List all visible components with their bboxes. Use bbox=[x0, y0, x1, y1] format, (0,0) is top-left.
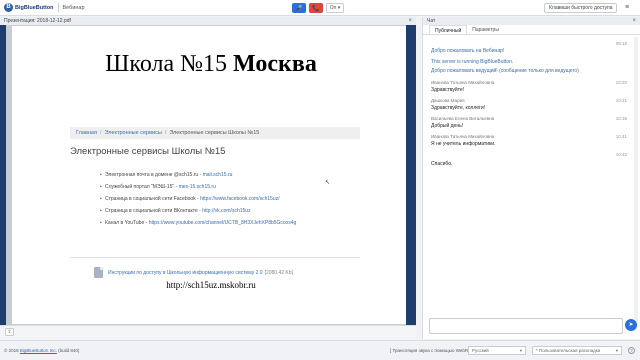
help-icon[interactable]: ? bbox=[628, 347, 635, 354]
instructions-link[interactable]: Инструкции по доступу в Школьную информа… bbox=[108, 270, 263, 276]
list-item: Страница в социальной сети ВКонтакте - h… bbox=[100, 208, 296, 220]
menu-icon[interactable]: ≡ bbox=[625, 4, 629, 11]
hangup-audio-button[interactable]: 📞 bbox=[309, 3, 323, 13]
bigbluebutton-logo: B BigBlueButton bbox=[4, 3, 54, 12]
status-dropdown[interactable]: On ▾ bbox=[326, 3, 344, 13]
breadcrumb: Главная / Электронные сервисы / Электронные … bbox=[70, 127, 360, 139]
chat-tabs: Публичный Параметры bbox=[423, 25, 640, 35]
chat-input[interactable] bbox=[429, 318, 623, 334]
top-bar: B BigBlueButton Вебинар 🎤 📞 On ▾ Клавиши… bbox=[0, 0, 640, 16]
slide: Школа №15 Москва Главная / Электронные сер… bbox=[12, 26, 410, 324]
list-item: Электронная почта в домене @sch15.ru - m… bbox=[100, 172, 296, 184]
chat-messages: 09:18 Добро пожаловать на Вебинар! This … bbox=[423, 37, 633, 327]
copyright: © 2018 BigBlueButton Inc. (build 840) bbox=[4, 348, 80, 353]
breadcrumb-home[interactable]: Главная bbox=[76, 130, 97, 136]
tab-options[interactable]: Параметры bbox=[467, 25, 504, 34]
logo-text: BigBlueButton bbox=[15, 4, 54, 11]
chat-message: Дашкова Мария 10:21 Здравствуйте, коллег… bbox=[431, 98, 629, 116]
close-icon[interactable]: × bbox=[632, 17, 636, 25]
message-time: 09:18 bbox=[615, 41, 627, 46]
portal-link[interactable]: mes-15.sch15.ru bbox=[179, 184, 216, 190]
vk-link[interactable]: http://vk.com/sch15uz bbox=[202, 208, 250, 214]
message-text: Добро пожаловать на Вебинар! bbox=[431, 48, 505, 54]
divider bbox=[57, 3, 59, 12]
message-time: 10:43 bbox=[615, 152, 627, 157]
phone-icon: 📞 bbox=[312, 5, 320, 12]
close-icon[interactable]: × bbox=[408, 17, 412, 25]
message-text: Я не учитель информатики. bbox=[431, 141, 496, 147]
presentation-title: Презентация: 2018-12-12.pdf bbox=[4, 18, 71, 24]
breadcrumb-current: Электронные сервисы Школы №15 bbox=[169, 130, 260, 136]
file-size: [2080.42 Kb] bbox=[264, 269, 293, 276]
breadcrumb-services[interactable]: Электронные сервисы bbox=[104, 130, 161, 136]
chat-message: Васильева Елена Витальевна 10:36 Добрый … bbox=[431, 116, 629, 134]
chat-message: 10:43 Спасибо. bbox=[431, 152, 629, 170]
layout-select[interactable]: * Пользовательская раскладка ▾ bbox=[532, 346, 622, 355]
slide-title: Школа №15 Москва bbox=[12, 51, 410, 78]
list-item: Страница в социальной сети Facebook - ht… bbox=[100, 196, 296, 208]
microphone-icon: 🎤 bbox=[295, 5, 303, 12]
chat-message: This server is running BigBlueButton. bbox=[431, 59, 629, 68]
chat-header: Чат × bbox=[423, 17, 640, 25]
microphone-button[interactable]: 🎤 bbox=[292, 3, 306, 13]
presentation-scrollbar[interactable] bbox=[406, 25, 410, 325]
mail-link[interactable]: mail.sch15.ru bbox=[203, 172, 233, 178]
document-icon bbox=[94, 267, 103, 278]
chevron-down-icon: ▾ bbox=[519, 348, 522, 353]
slide-title-city: Москва bbox=[233, 51, 317, 77]
presentation-area: Школа №15 Москва Главная / Электронные сер… bbox=[0, 25, 416, 325]
document-row: Инструкции по доступу в Школьную информа… bbox=[94, 267, 293, 278]
send-button[interactable]: ➤ bbox=[625, 319, 637, 331]
message-text: Спасибо. bbox=[431, 161, 453, 167]
shortcuts-button[interactable]: Клавиши быстрого доступа bbox=[544, 3, 618, 13]
media-controls: 🎤 📞 On ▾ bbox=[292, 3, 344, 13]
message-text: This server is running BigBlueButton. bbox=[431, 59, 514, 65]
tab-public[interactable]: Публичный bbox=[429, 25, 468, 34]
school-url: http://sch15uz.mskobr.ru bbox=[166, 280, 256, 290]
bottom-bar: © 2018 BigBlueButton Inc. (build 840) [ … bbox=[0, 340, 640, 360]
message-text: Здравствуйте, коллеги! bbox=[431, 105, 486, 111]
message-text: Добрый день! bbox=[431, 123, 464, 129]
chat-message: Иванова Татьяна Михайловна 10:20 Здравст… bbox=[431, 80, 629, 98]
message-text: Здравствуйте! bbox=[431, 87, 465, 93]
send-icon: ➤ bbox=[628, 322, 634, 328]
list-item: Служебный портал "МЭШ-15" - mes-15.sch15… bbox=[100, 184, 296, 196]
chevron-down-icon: ▾ bbox=[615, 348, 618, 353]
chat-panel: Чат × Публичный Параметры 09:18 Добро по… bbox=[422, 17, 640, 339]
bigbluebutton-link[interactable]: BigBlueButton Inc. bbox=[20, 348, 57, 353]
message-time: 10:41 bbox=[615, 134, 627, 139]
message-time: 10:21 bbox=[615, 98, 627, 103]
chat-title: Чат bbox=[427, 18, 436, 24]
divider bbox=[70, 257, 360, 258]
presentation-header: Презентация: 2018-12-12.pdf × bbox=[0, 17, 416, 25]
logo-icon: B bbox=[4, 3, 13, 12]
message-time: 10:36 bbox=[615, 116, 627, 121]
pointer-cursor-icon: ↖ bbox=[325, 180, 331, 186]
chat-message: Иванова Татьяна Михайловна 10:41 Я не уч… bbox=[431, 134, 629, 152]
list-item: Канал в YouTube - https://www.youtube.co… bbox=[100, 220, 296, 232]
upload-presentation-button[interactable]: ⇪ bbox=[5, 328, 14, 336]
facebook-link[interactable]: https://www.facebook.com/sch15uz/ bbox=[200, 196, 279, 202]
upload-icon: ⇪ bbox=[7, 329, 12, 335]
youtube-link[interactable]: https://www.youtube.com/channel/UCTB_8H3… bbox=[149, 220, 297, 226]
language-select[interactable]: Русский ▾ bbox=[468, 346, 526, 355]
chat-message: 09:18 Добро пожаловать на Вебинар! bbox=[431, 41, 629, 59]
message-time: 10:20 bbox=[615, 80, 627, 85]
chat-message: Добро пожаловать ведущий! (сообщение тол… bbox=[431, 68, 629, 80]
section-heading: Электронные сервисы Школы №15 bbox=[70, 146, 226, 157]
meeting-name: Вебинар bbox=[62, 4, 85, 11]
services-list: Электронная почта в домене @sch15.ru - m… bbox=[100, 172, 296, 232]
slide-title-school: Школа №15 bbox=[105, 51, 234, 77]
chat-scrollbar[interactable] bbox=[634, 37, 638, 327]
message-text: Добро пожаловать ведущий! (сообщение тол… bbox=[431, 68, 579, 74]
webrtc-status: [ Трансляция звука с помощью WebRTC ] bbox=[390, 348, 477, 353]
presentation-footer: ⇪ bbox=[0, 325, 416, 337]
